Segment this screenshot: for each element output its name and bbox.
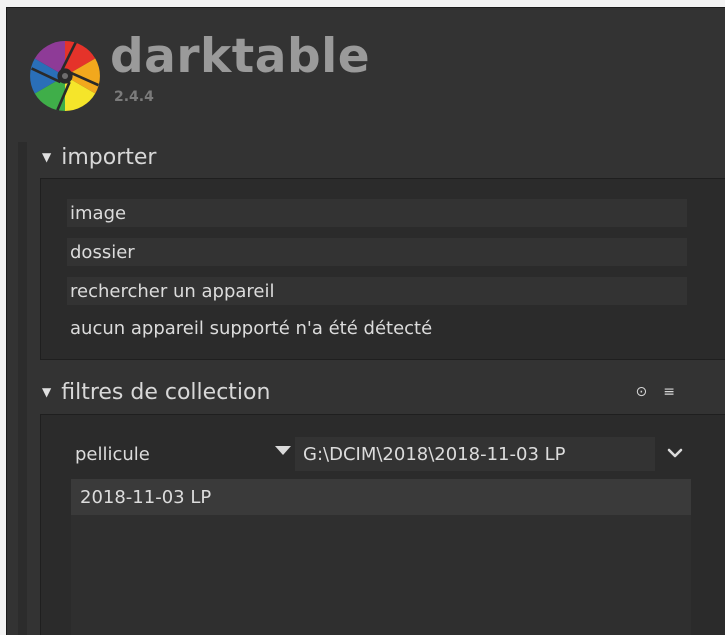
menu-icon[interactable]: ≡	[663, 384, 675, 400]
panel-scrollbar[interactable]	[18, 142, 27, 635]
collection-panel: pellicule G:\DCIM\2018\2018-11-03 LP 201…	[40, 414, 725, 635]
section-title-collection: filtres de collection	[61, 379, 271, 405]
list-item[interactable]: 2018-11-03 LP	[71, 479, 691, 515]
info-icon[interactable]: ⊙	[636, 384, 648, 400]
section-header-importer[interactable]: ▼ importer	[42, 141, 156, 173]
section-title-importer: importer	[61, 144, 157, 170]
importer-panel: image dossier rechercher un appareil auc…	[40, 178, 725, 360]
collapse-arrow-icon: ▼	[42, 150, 52, 164]
chevron-down-icon[interactable]	[667, 445, 683, 461]
collection-path-input[interactable]: G:\DCIM\2018\2018-11-03 LP	[295, 437, 655, 471]
section-tools: ⊙ ≡	[636, 384, 675, 400]
darktable-window: darktable 2.4.4 ▼ importer image dossier…	[6, 7, 725, 635]
property-dropdown[interactable]: pellicule	[71, 437, 291, 471]
device-status-text: aucun appareil supporté n'a été détecté	[70, 318, 433, 339]
app-version: 2.4.4	[114, 89, 154, 105]
dropdown-triangle-icon	[275, 446, 291, 455]
property-dropdown-value: pellicule	[75, 443, 150, 465]
import-image-button[interactable]: image	[67, 199, 687, 227]
scan-device-button[interactable]: rechercher un appareil	[67, 277, 687, 305]
section-header-collection[interactable]: ▼ filtres de collection	[42, 376, 270, 408]
collapse-arrow-icon: ▼	[42, 385, 52, 399]
collection-results-list: 2018-11-03 LP	[71, 479, 691, 635]
import-folder-button[interactable]: dossier	[67, 238, 687, 266]
darktable-logo-icon	[30, 41, 100, 111]
app-title: darktable	[110, 29, 371, 84]
